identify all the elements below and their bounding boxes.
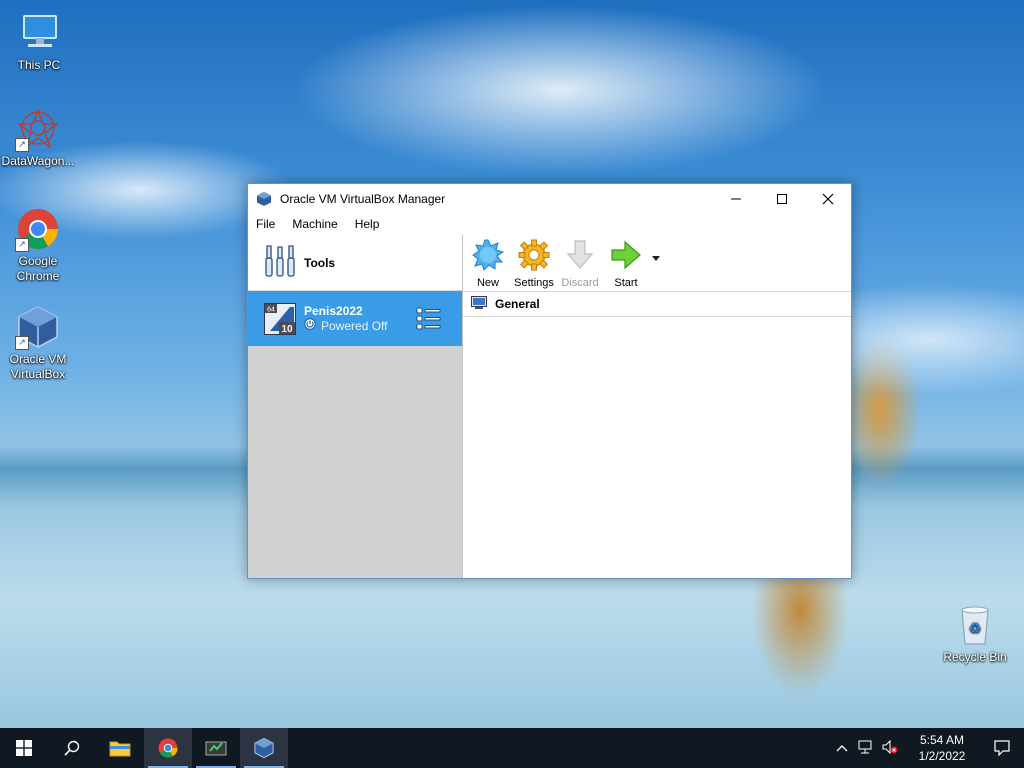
desktop-icon-label: Oracle VM VirtualBox <box>9 352 67 381</box>
app-icon <box>205 741 227 756</box>
new-icon <box>472 239 505 274</box>
virtualbox-icon <box>256 191 272 207</box>
start-button[interactable]: Start <box>605 235 647 289</box>
network-icon[interactable] <box>858 740 874 757</box>
datawagon-icon: ↗ <box>15 106 61 152</box>
power-off-icon <box>304 318 316 333</box>
desktop-icon-recycle-bin[interactable]: ♻ Recycle Bin <box>937 602 1013 665</box>
toolbar: New Settings Discard Start <box>463 235 851 292</box>
chrome-icon <box>158 738 178 758</box>
chrome-icon: ↗ <box>15 206 61 252</box>
discard-arrow-icon <box>564 239 596 274</box>
desktop-icon-label: This PC <box>17 58 61 72</box>
vm-details-menu-icon[interactable] <box>416 306 442 335</box>
search-button[interactable] <box>48 728 96 768</box>
menu-bar: File Machine Help <box>248 214 851 234</box>
clock-date: 1/2/2022 <box>918 749 966 763</box>
general-section-header[interactable]: General <box>463 292 851 317</box>
desktop-icon-google-chrome[interactable]: ↗ Google Chrome <box>0 206 76 284</box>
taskbar-file-explorer[interactable] <box>96 728 144 768</box>
desktop-icon-virtualbox[interactable]: ↗ Oracle VM VirtualBox <box>0 304 76 382</box>
clock[interactable]: 5:54 AM 1/2/2022 <box>912 732 972 764</box>
menu-help[interactable]: Help <box>355 217 380 231</box>
desktop-icon-label: DataWagon... <box>1 154 75 168</box>
virtualbox-icon <box>254 737 274 759</box>
maximize-icon <box>777 194 787 204</box>
windows-start-icon <box>16 740 32 756</box>
start-dropdown-chevron-icon[interactable] <box>651 252 661 266</box>
vm-name: Penis2022 <box>304 304 363 318</box>
virtualbox-icon: ↗ <box>15 304 61 350</box>
recycle-bin-icon: ♻ <box>952 602 998 648</box>
svg-text:64: 64 <box>267 306 275 313</box>
desktop-icon-label: Recycle Bin <box>943 650 1007 664</box>
desktop-icon-this-pc[interactable]: This PC <box>1 10 77 73</box>
desktop-icon-label: Google Chrome <box>16 254 60 283</box>
computer-icon <box>16 10 62 56</box>
svg-text:♻: ♻ <box>969 620 982 636</box>
minimize-button[interactable] <box>713 184 759 214</box>
start-button[interactable] <box>0 728 48 768</box>
taskbar-app[interactable] <box>192 728 240 768</box>
close-button[interactable] <box>805 184 851 214</box>
file-explorer-icon <box>109 741 131 757</box>
discard-label: Discard <box>561 277 599 289</box>
notification-icon <box>994 740 1010 756</box>
machine-list-pane: Tools 64 10 Penis2022 Powered Off <box>248 235 463 578</box>
notification-center-button[interactable] <box>980 728 1024 768</box>
minimize-icon <box>731 198 741 200</box>
taskbar-virtualbox[interactable] <box>240 728 288 768</box>
tools-item[interactable]: Tools <box>248 235 462 291</box>
tools-icon <box>264 244 296 281</box>
vm-list-item[interactable]: 64 10 Penis2022 Powered Off <box>248 291 462 346</box>
new-label: New <box>476 277 499 289</box>
maximize-button[interactable] <box>759 184 805 214</box>
discard-button[interactable]: Discard <box>559 235 601 289</box>
shortcut-arrow-icon: ↗ <box>15 138 29 152</box>
show-hidden-icons-chevron-up-icon[interactable] <box>836 741 848 755</box>
start-arrow-icon <box>610 239 642 274</box>
windows-10-64-os-icon: 64 10 <box>264 302 296 335</box>
menu-file[interactable]: File <box>256 217 275 231</box>
section-title: General <box>495 297 540 311</box>
vm-state: Powered Off <box>321 318 388 333</box>
volume-muted-icon[interactable] <box>882 739 898 757</box>
new-button[interactable]: New <box>467 235 509 289</box>
shortcut-arrow-icon: ↗ <box>15 336 29 350</box>
window-title: Oracle VM VirtualBox Manager <box>280 192 446 206</box>
settings-gear-icon <box>518 239 550 274</box>
menu-machine[interactable]: Machine <box>292 217 337 231</box>
taskbar-chrome[interactable] <box>144 728 192 768</box>
details-pane: New Settings Discard Start General <box>463 235 851 578</box>
search-icon <box>64 740 80 756</box>
desktop-icon-datawagon[interactable]: ↗ DataWagon... <box>0 106 76 169</box>
close-icon <box>822 193 834 205</box>
title-bar[interactable]: Oracle VM VirtualBox Manager <box>248 184 851 214</box>
clock-time: 5:54 AM <box>919 733 965 747</box>
settings-button[interactable]: Settings <box>513 235 555 289</box>
system-tray: 5:54 AM 1/2/2022 <box>836 728 1024 768</box>
start-label: Start <box>614 277 638 289</box>
taskbar: 5:54 AM 1/2/2022 <box>0 728 1024 768</box>
settings-label: Settings <box>514 277 554 289</box>
virtualbox-manager-window: Oracle VM VirtualBox Manager File Machin… <box>247 183 852 579</box>
shortcut-arrow-icon: ↗ <box>15 238 29 252</box>
tools-label: Tools <box>304 255 336 270</box>
svg-text:10: 10 <box>281 324 293 335</box>
monitor-icon <box>471 295 487 313</box>
